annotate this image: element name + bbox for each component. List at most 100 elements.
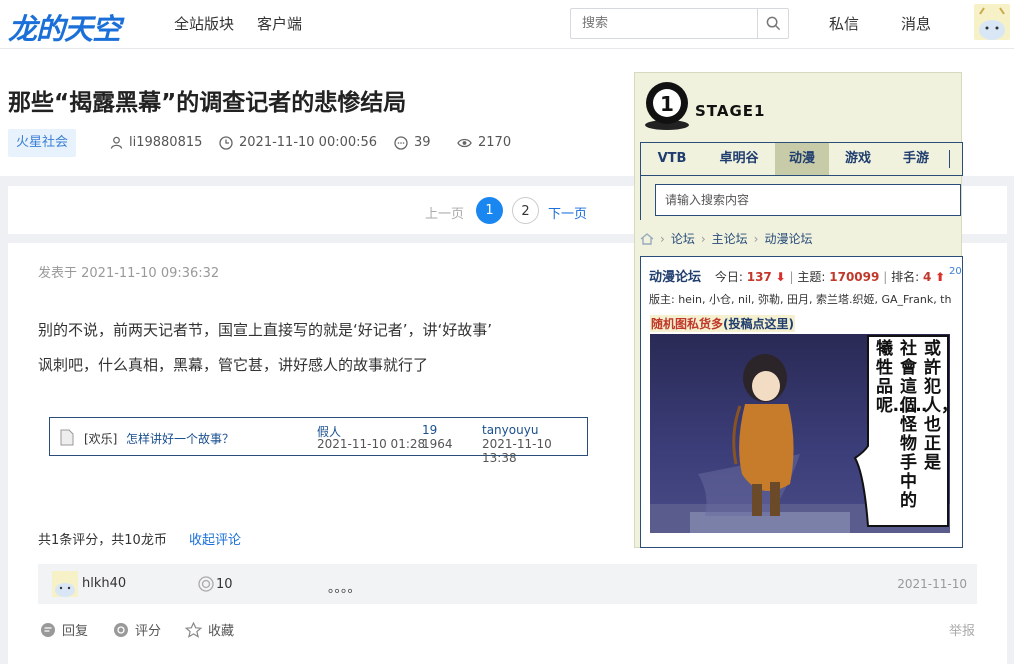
stage1-tab-zhuomingu[interactable]: 卓明谷 [703, 143, 775, 175]
stage1-logo[interactable]: 1 [643, 77, 691, 131]
quoted-category: [欢乐] [84, 432, 118, 446]
home-icon[interactable] [640, 232, 654, 245]
rating-summary: 共1条评分，共10龙币 收起评论 [38, 529, 241, 548]
comic-image[interactable]: 或許犯人，也正是 社會這個怪物手中的 犧牲品呢…… [650, 334, 950, 533]
nav-messages-link[interactable]: 私信 [829, 13, 859, 34]
search-icon [766, 16, 780, 31]
quoted-views: 1964 [422, 437, 453, 451]
page-2-button[interactable]: 2 [512, 197, 539, 224]
quoted-topic-link[interactable]: 怎样讲好一个故事？ [126, 430, 234, 447]
user-avatar[interactable] [974, 4, 1010, 40]
prev-page-link[interactable]: 上一页 [425, 203, 464, 222]
rater-avatar[interactable] [52, 571, 78, 597]
stage1-tab-anime[interactable]: 动漫 [775, 143, 829, 175]
reply-button[interactable]: 回复 [40, 620, 88, 639]
views-count: 2170 [478, 135, 512, 150]
eye-icon [457, 138, 472, 147]
star-icon [185, 621, 202, 638]
collect-button[interactable]: 收藏 [185, 620, 234, 639]
rate-coin-icon [114, 622, 128, 637]
random-image-banner[interactable]: 随机图私货多(投稿点这里) [650, 315, 795, 332]
rank-label: 排名: [891, 270, 920, 284]
post-text-line-1: 别的不说，前两天记者节，国宣上直接写的就是‘好记者’，讲‘好故事’ [38, 321, 493, 339]
rating-comment: 。。。。 [328, 581, 361, 596]
report-label: 举报 [949, 624, 976, 639]
stage1-forum-card: 动漫论坛 今日: 137 ⬇ | 主题: 170099 | 排名: 4 ⬆ 20… [640, 256, 963, 548]
rank-value: 4 [922, 270, 932, 284]
user-icon [110, 136, 123, 149]
thread-author: li19880815 [110, 135, 202, 150]
quoted-thread-card[interactable]: [欢乐] 怎样讲好一个故事？ 假人 2021-11-10 01:28 19 19… [49, 417, 588, 465]
breadcrumb-forum[interactable]: 论坛 [671, 230, 695, 247]
post-timestamp: 发表于 2021-11-10 09:36:32 [38, 266, 220, 281]
banner-submit-link[interactable]: (投稿点这里) [723, 317, 794, 331]
collapse-ratings-link[interactable]: 收起评论 [189, 533, 241, 548]
rater-name[interactable]: hlkh40 [82, 576, 126, 591]
forum-stats: 动漫论坛 今日: 137 ⬇ | 主题: 170099 | 排名: 4 ⬆ 20 [649, 266, 962, 285]
thread-category-tag[interactable]: 火星社会 [8, 129, 77, 157]
rating-row: hlkh40 10 。。。。 2021-11-10 [38, 564, 977, 604]
nav-notices-link[interactable]: 消息 [901, 13, 931, 34]
reply-label: 回复 [62, 624, 89, 639]
page-1-button[interactable]: 1 [476, 197, 503, 224]
stage1-number: 1 [660, 92, 674, 116]
avatar-image [974, 4, 1010, 40]
stage1-overlay-panel: 1 STAGE1 VTB 卓明谷 动漫 游戏 手游 请输入搜索内容 › 论坛 ›… [634, 72, 963, 548]
stage1-tab-mobile-games[interactable]: 手游 [887, 143, 945, 175]
quoted-author-time: 2021-11-10 01:28 [317, 437, 426, 451]
stage1-tab-games[interactable]: 游戏 [829, 143, 887, 175]
comic-text-line-1: 或許犯人，也正是 [924, 339, 950, 473]
up-arrow-icon: ⬆ [935, 270, 946, 284]
banner-red-text: 随机图私货多 [651, 317, 724, 331]
search-input[interactable] [571, 9, 757, 38]
topics-label: 主题: [797, 270, 826, 284]
stage1-search-area: 请输入搜索内容 [640, 176, 963, 220]
thread-title: 那些“揭露黑幕”的调查记者的悲惨结局 [8, 90, 407, 116]
author-name[interactable]: li19880815 [129, 135, 202, 150]
down-arrow-icon: ⬇ [775, 270, 786, 284]
breadcrumb-anime-forum[interactable]: 动漫论坛 [764, 230, 812, 247]
quoted-last-user[interactable]: tanyouyu [482, 423, 538, 437]
nav-forums-link[interactable]: 全站版块 [174, 13, 234, 34]
forum-name: 动漫论坛 [649, 270, 702, 285]
thread-datetime: 2021-11-10 00:00:56 [219, 135, 377, 150]
rating-summary-text: 共1条评分，共10龙币 [38, 533, 167, 548]
breadcrumb-separator-icon: › [753, 231, 759, 246]
rate-button[interactable]: 评分 [113, 620, 161, 639]
reply-icon [41, 622, 55, 637]
quoted-last-time: 2021-11-10 13:38 [482, 437, 552, 465]
stage1-tab-divider [949, 150, 950, 168]
nav-client-link[interactable]: 客户端 [257, 13, 302, 34]
comic-text-line-2: 社會這個怪物手中的 [900, 339, 917, 511]
quoted-replies: 19 [422, 423, 438, 437]
today-label: 今日: [714, 270, 743, 284]
rate-label: 评分 [135, 624, 162, 639]
comic-text-line-3: 犧牲品呢…… [876, 339, 927, 416]
top-navbar: 龙的天空 全站版块 客户端 私信 消息 [0, 0, 1014, 48]
search-box [570, 8, 789, 39]
stage1-nav-tabs: VTB 卓明谷 动漫 游戏 手游 [640, 142, 963, 176]
thread-views: 2170 [457, 135, 511, 150]
rating-coins: 10 [216, 577, 233, 592]
forum-moderators: 版主: hein, 小仓, nil, 弥勒, 田月, 索兰塔.织姬, GA_Fr… [649, 293, 952, 306]
datetime-text: 2021-11-10 00:00:56 [239, 135, 378, 150]
stage1-tab-vtb[interactable]: VTB [641, 143, 703, 175]
collect-label: 收藏 [208, 624, 235, 639]
next-page-link[interactable]: 下一页 [548, 203, 587, 222]
report-link[interactable]: 举报 [949, 620, 975, 639]
topics-value: 170099 [829, 270, 880, 284]
stage1-title: STAGE1 [695, 102, 766, 120]
today-value: 137 [746, 270, 772, 284]
site-logo[interactable]: 龙的天空 [8, 6, 121, 48]
breadcrumb-separator-icon: › [700, 231, 706, 246]
thread-replies: 39 [394, 135, 431, 150]
replies-count: 39 [414, 135, 431, 150]
breadcrumb-main-forum[interactable]: 主论坛 [712, 230, 748, 247]
search-button[interactable] [757, 9, 788, 38]
breadcrumb-separator-icon: › [660, 231, 665, 246]
rater-avatar-image [55, 583, 75, 597]
comment-icon [394, 135, 408, 150]
coin-icon [198, 576, 214, 592]
stage1-search-input[interactable]: 请输入搜索内容 [655, 184, 961, 216]
clock-icon [219, 135, 233, 150]
